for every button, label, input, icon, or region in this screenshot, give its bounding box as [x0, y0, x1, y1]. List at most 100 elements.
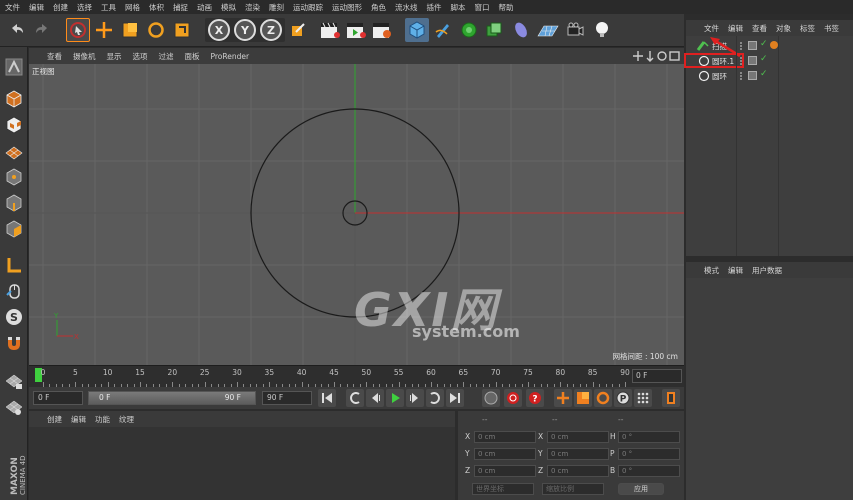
menu-item-0[interactable]: 文件 [5, 2, 20, 13]
axis-z-button[interactable]: Z [260, 19, 282, 41]
menu-item-12[interactable]: 运动跟踪 [293, 2, 323, 13]
object-menu-item-1[interactable]: 编辑 [728, 23, 743, 34]
keyframe-selection-button[interactable]: ? [526, 389, 544, 407]
attribute-menu-item-2[interactable]: 用户数据 [752, 265, 782, 276]
start-frame-field[interactable]: 0 F [33, 391, 83, 405]
viewport-menu-item-0[interactable]: 查看 [47, 51, 62, 62]
render-view-button[interactable] [318, 18, 342, 42]
scale-mode-select[interactable]: 缩放比例 [542, 483, 604, 495]
front-viewport[interactable]: Y X 正视图 网格间距 : 100 cm GXI网 system.com [29, 64, 684, 365]
rot-p-field[interactable]: 0 ° [618, 448, 680, 460]
material-menu-item-2[interactable]: 功能 [95, 414, 110, 425]
menu-item-9[interactable]: 模拟 [221, 2, 236, 13]
current-frame-field[interactable]: 0 F [632, 369, 682, 383]
editor-toggle-icon[interactable] [748, 41, 757, 50]
menu-item-13[interactable]: 运动图形 [332, 2, 362, 13]
key-scale-button[interactable] [574, 389, 592, 407]
apply-button[interactable]: 应用 [618, 483, 664, 495]
viewport-menu-item-5[interactable]: 面板 [185, 51, 200, 62]
enabled-check-icon[interactable]: ✓ [760, 69, 768, 79]
menu-item-8[interactable]: 动画 [197, 2, 212, 13]
menu-item-5[interactable]: 网格 [125, 2, 140, 13]
workplane-mode-button[interactable] [2, 139, 26, 163]
size-y-field[interactable]: 0 cm [547, 448, 609, 460]
viewport-menu-item-3[interactable]: 选项 [133, 51, 148, 62]
tag-icon[interactable] [770, 41, 778, 49]
tweak-mode-button[interactable] [2, 279, 26, 303]
key-position-button[interactable] [554, 389, 572, 407]
menu-item-4[interactable]: 工具 [101, 2, 116, 13]
light-button[interactable] [590, 18, 614, 42]
subdivision-button[interactable] [457, 18, 481, 42]
next-frame-button[interactable] [406, 389, 424, 407]
texture-mode-button[interactable] [2, 113, 26, 137]
live-select-button[interactable] [66, 18, 90, 42]
material-menu-item-1[interactable]: 编辑 [71, 414, 86, 425]
frame-range-slider[interactable]: 0 F 90 F [88, 391, 256, 405]
edge-mode-button[interactable] [2, 191, 26, 215]
go-to-start-button[interactable] [318, 389, 336, 407]
attribute-menu-item-1[interactable]: 编辑 [728, 265, 743, 276]
pos-y-field[interactable]: 0 cm [474, 448, 536, 460]
undo-button[interactable] [5, 18, 29, 42]
record-keys-button[interactable] [482, 389, 500, 407]
scale-button[interactable] [118, 18, 142, 42]
locked-workplane-button[interactable] [2, 369, 26, 393]
menu-item-17[interactable]: 脚本 [451, 2, 466, 13]
point-mode-button[interactable] [2, 165, 26, 189]
menu-item-6[interactable]: 体积 [149, 2, 164, 13]
camera-button[interactable] [563, 18, 587, 42]
prev-key-button[interactable] [346, 389, 364, 407]
axis-mode-button[interactable] [2, 253, 26, 277]
axis-y-button[interactable]: Y [234, 19, 256, 41]
move-button[interactable] [92, 18, 116, 42]
menu-item-14[interactable]: 角色 [371, 2, 386, 13]
editor-toggle-icon[interactable] [748, 56, 757, 65]
next-key-button[interactable] [426, 389, 444, 407]
recent-tool-button[interactable] [170, 18, 194, 42]
cube-object-button[interactable] [405, 18, 429, 42]
floor-button[interactable] [535, 18, 561, 42]
pos-z-field[interactable]: 0 cm [474, 465, 536, 477]
rot-b-field[interactable]: 0 ° [618, 465, 680, 477]
size-x-field[interactable]: 0 cm [547, 431, 609, 443]
rotate-button[interactable] [144, 18, 168, 42]
viewport-menu-item-2[interactable]: 显示 [107, 51, 122, 62]
play-button[interactable] [386, 389, 404, 407]
menu-item-11[interactable]: 雕刻 [269, 2, 284, 13]
planar-workplane-button[interactable] [2, 395, 26, 419]
editor-toggle-icon[interactable] [748, 71, 757, 80]
timeline-window-button[interactable] [662, 389, 680, 407]
attribute-menu-item-0[interactable]: 模式 [704, 265, 719, 276]
menu-item-3[interactable]: 选择 [77, 2, 92, 13]
menu-item-15[interactable]: 流水线 [395, 2, 418, 13]
material-menu-item-0[interactable]: 创建 [47, 414, 62, 425]
array-button[interactable] [483, 18, 507, 42]
go-to-end-button[interactable] [446, 389, 464, 407]
prev-frame-button[interactable] [366, 389, 384, 407]
autokey-button[interactable] [504, 389, 522, 407]
material-menu-item-3[interactable]: 纹理 [119, 414, 134, 425]
object-menu-item-4[interactable]: 标签 [800, 23, 815, 34]
axis-x-button[interactable]: X [208, 19, 230, 41]
snap-button[interactable]: S [2, 305, 26, 329]
key-rotation-button[interactable] [594, 389, 612, 407]
enabled-check-icon[interactable]: ✓ [760, 54, 768, 64]
pos-x-field[interactable]: 0 cm [474, 431, 536, 443]
menu-item-1[interactable]: 编辑 [29, 2, 44, 13]
visibility-dots[interactable] [740, 72, 746, 80]
render-picture-viewer-button[interactable] [344, 18, 368, 42]
viewport-menu-item-1[interactable]: 摄像机 [73, 51, 96, 62]
magnet-button[interactable] [2, 331, 26, 355]
timeline-ruler[interactable]: 0 5 10 15 20 25 30 35 40 45 50 55 60 65 70 75 80 85 90 [29, 365, 684, 387]
menu-item-16[interactable]: 插件 [427, 2, 442, 13]
menu-item-19[interactable]: 帮助 [499, 2, 514, 13]
menu-item-18[interactable]: 窗口 [475, 2, 490, 13]
key-parameter-button[interactable]: P [614, 389, 632, 407]
key-pla-button[interactable] [634, 389, 652, 407]
coordinate-system-button[interactable] [286, 18, 310, 42]
redo-button[interactable] [30, 18, 54, 42]
make-editable-button[interactable] [2, 55, 26, 79]
pen-spline-button[interactable] [431, 18, 455, 42]
end-frame-field[interactable]: 90 F [262, 391, 312, 405]
